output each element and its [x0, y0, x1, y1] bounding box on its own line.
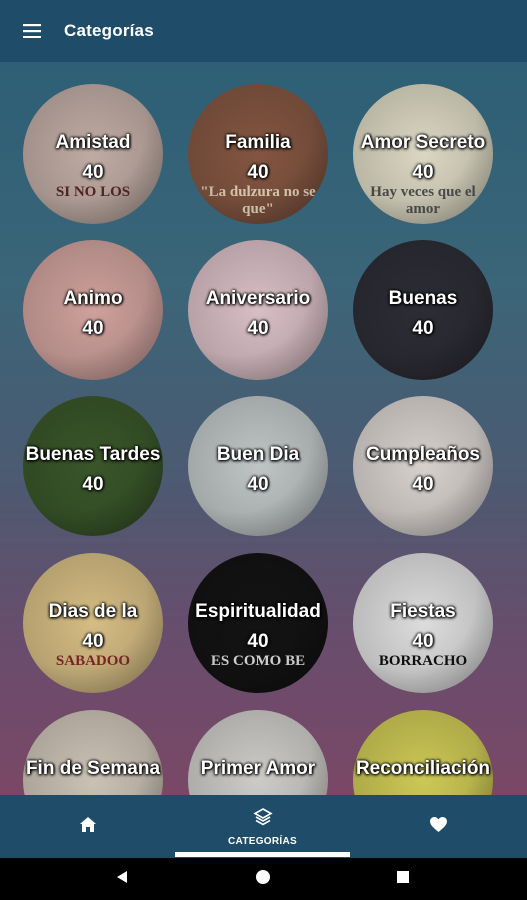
recents-square-icon — [396, 870, 410, 889]
category-card-fiestas[interactable]: BORRACHO Fiestas 40 — [353, 553, 493, 693]
category-image: Que PASES un — [23, 710, 163, 795]
category-name: Espiritualidad — [195, 601, 321, 622]
category-count: 40 — [412, 162, 434, 183]
category-count: 40 — [82, 318, 104, 339]
category-count: 40 — [412, 631, 434, 652]
category-image — [23, 396, 163, 536]
category-count: 40 — [412, 474, 434, 495]
category-image: ES COMO BE — [188, 553, 328, 693]
category-name: Amor Secreto — [360, 132, 486, 153]
tab-categories-label: CATEGORÍAS — [228, 835, 297, 847]
category-count: 40 — [247, 474, 269, 495]
category-name: Cumpleaños — [365, 444, 481, 465]
heart-icon — [429, 816, 448, 838]
category-image — [188, 396, 328, 536]
category-card-dias-de-la[interactable]: SABADOO Dias de la 40 — [23, 553, 163, 693]
system-navigation-bar — [0, 858, 527, 900]
category-image-text: Hay veces que el amor — [370, 184, 476, 217]
category-image: SI NO LOS — [23, 84, 163, 224]
category-image — [188, 240, 328, 380]
category-count: 40 — [247, 631, 269, 652]
category-image-text: SI NO LOS — [55, 184, 131, 200]
category-card-aniversario[interactable]: Aniversario 40 — [188, 240, 328, 380]
category-image: "La dulzura no se que" — [188, 84, 328, 224]
category-card-espiritualidad[interactable]: ES COMO BE Espiritualidad 40 — [188, 553, 328, 693]
category-image: Hay veces que el amor — [353, 84, 493, 224]
category-card-buenas[interactable]: Buenas 40 — [353, 240, 493, 380]
selected-tab-indicator — [175, 852, 350, 857]
category-count: 40 — [247, 162, 269, 183]
category-image-text: BORRACHO — [378, 653, 468, 669]
category-image-text: ES COMO BE — [210, 653, 306, 669]
category-count: 40 — [82, 631, 104, 652]
category-image — [353, 240, 493, 380]
category-card-fin-de-semana[interactable]: Que PASES unFin de Semana — [23, 710, 163, 795]
category-image-text: "La dulzura no se que" — [200, 184, 316, 217]
category-name: Aniversario — [205, 288, 311, 309]
category-count: 40 — [82, 162, 104, 183]
category-name: Fiestas — [390, 601, 456, 622]
category-card-cumpleaños[interactable]: Cumpleaños 40 — [353, 396, 493, 536]
category-name: Fin de Semana — [25, 758, 161, 779]
bottom-navigation: CATEGORÍAS — [0, 795, 527, 858]
menu-button[interactable] — [0, 0, 64, 62]
categories-content[interactable]: SI NO LOS Amistad 40 "La dulzura no se que"… — [0, 62, 527, 795]
category-card-buenas-tardes[interactable]: Buenas Tardes 40 — [23, 396, 163, 536]
system-home-button[interactable] — [233, 858, 293, 900]
back-triangle-icon — [116, 870, 128, 889]
category-card-amor-secreto[interactable]: Hay veces que el amor Amor Secreto 40 — [353, 84, 493, 224]
category-count: 40 — [412, 318, 434, 339]
system-recents-button[interactable] — [373, 858, 433, 900]
category-name: Familia — [225, 132, 291, 153]
category-name: Animo — [63, 288, 123, 309]
category-card-buen-dia[interactable]: Buen Dia 40 — [188, 396, 328, 536]
category-name: Buenas — [388, 288, 458, 309]
layers-icon — [252, 807, 273, 832]
tab-home[interactable] — [0, 795, 175, 858]
category-name: Reconciliación — [355, 758, 491, 779]
category-name: Primer Amor — [200, 758, 316, 779]
category-image: SABADOO — [23, 553, 163, 693]
category-image — [23, 240, 163, 380]
category-name: Amistad — [55, 132, 131, 153]
category-count: 40 — [82, 474, 104, 495]
category-name: Dias de la — [48, 601, 138, 622]
category-image — [353, 396, 493, 536]
category-image-text: SABADOO — [55, 653, 131, 669]
category-card-amistad[interactable]: SI NO LOS Amistad 40 — [23, 84, 163, 224]
category-card-animo[interactable]: Animo 40 — [23, 240, 163, 380]
category-name: Buenas Tardes — [25, 444, 161, 465]
home-circle-icon — [255, 869, 271, 890]
category-image: BORRACHO — [353, 553, 493, 693]
category-name: Buen Dia — [216, 444, 300, 465]
tab-favorites[interactable] — [350, 795, 527, 858]
category-image — [188, 710, 328, 795]
tab-categories[interactable]: CATEGORÍAS — [175, 795, 350, 858]
category-card-reconciliación[interactable]: nueva parejaReconciliación — [353, 710, 493, 795]
category-card-primer-amor[interactable]: Primer Amor — [188, 710, 328, 795]
app-bar: Categorías — [0, 0, 527, 62]
system-back-button[interactable] — [92, 858, 152, 900]
category-count: 40 — [247, 318, 269, 339]
hamburger-menu-icon — [23, 24, 41, 38]
page-title: Categorías — [64, 21, 154, 40]
category-image: nueva pareja — [353, 710, 493, 795]
category-card-familia[interactable]: "La dulzura no se que" Familia 40 — [188, 84, 328, 224]
home-icon — [79, 816, 97, 838]
